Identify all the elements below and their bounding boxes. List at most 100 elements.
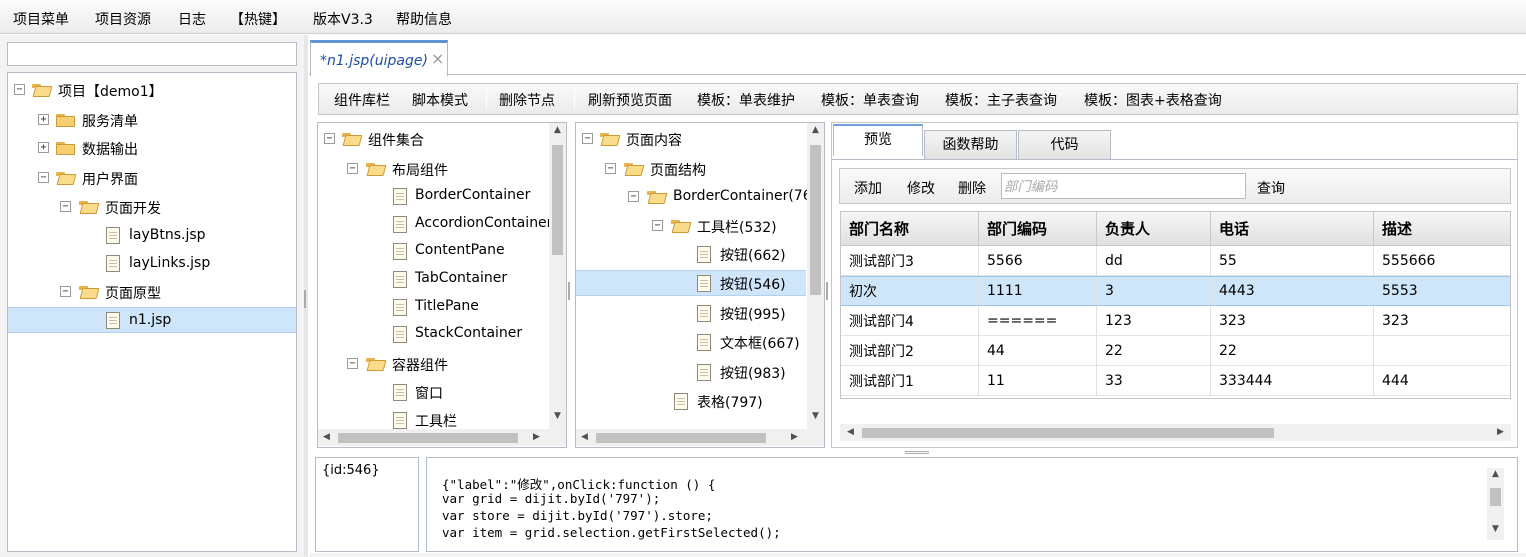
tree-node-textbox[interactable]: 文本框(667) [576,330,806,356]
tree-node-page-dev[interactable]: − 页面开发 [8,194,296,220]
grid-horizontal-scrollbar[interactable]: ◀ ▶ [840,424,1511,441]
tree-node-button[interactable]: 按钮(662) [576,242,806,268]
delete-button[interactable]: 删除 [958,178,986,198]
tree-node-services[interactable]: + 服务清单 [8,107,296,133]
template-chart-table-button[interactable]: 模板：图表+表格查询 [1084,90,1222,110]
template-single-query-button[interactable]: 模板：单表查询 [821,90,919,110]
menu-hotkeys[interactable]: 【热键】 [230,9,286,29]
delete-node-button[interactable]: 删除节点 [499,90,555,110]
tree-node-component-set[interactable]: − 组件集合 [318,126,548,152]
script-mode-button[interactable]: 脚本模式 [412,90,468,110]
horizontal-scrollbar[interactable]: ◀ ▶ [576,429,824,446]
scroll-right-icon[interactable]: ▶ [1492,427,1509,437]
template-single-maintain-button[interactable]: 模板：单表维护 [697,90,795,110]
menu-help[interactable]: 帮助信息 [396,9,452,29]
tree-node-ui[interactable]: − 用户界面 [8,165,296,191]
editor-tab[interactable]: *n1.jsp(uipage) × [310,40,448,76]
tree-node-component[interactable]: TitlePane [318,295,548,321]
table-row[interactable]: 测试部门4 ====== 123 323 323 [841,306,1510,336]
collapse-icon[interactable]: − [347,358,358,369]
collapse-icon[interactable]: − [582,133,593,144]
collapse-icon[interactable]: − [628,191,639,202]
vertical-scrollbar[interactable]: ▲ ▼ [807,123,824,429]
menu-version[interactable]: 版本V3.3 [313,9,373,29]
column-header[interactable]: 部门名称 [841,212,979,245]
horizontal-scrollbar[interactable]: ◀ ▶ [318,429,566,446]
add-button[interactable]: 添加 [854,178,882,198]
tree-node-file-selected[interactable]: n1.jsp [8,307,296,333]
menu-log[interactable]: 日志 [178,9,206,29]
table-row[interactable]: 测试部门3 5566 dd 55 555666 [841,246,1510,276]
tree-node-project[interactable]: − 项目【demo1】 [8,77,296,103]
tree-node-page-structure[interactable]: − 页面结构 [576,156,806,182]
scroll-left-icon[interactable]: ◀ [842,427,859,437]
tree-node-component[interactable]: BorderContainer [318,184,548,210]
template-master-detail-button[interactable]: 模板：主子表查询 [945,90,1057,110]
column-header[interactable]: 电话 [1211,212,1374,245]
tree-node-button[interactable]: 按钮(983) [576,360,806,386]
refresh-preview-button[interactable]: 刷新预览页面 [588,90,672,110]
scroll-up-icon[interactable]: ▲ [807,125,824,135]
preview-splitter[interactable] [826,122,830,448]
vertical-scrollbar[interactable]: ▲ ▼ [549,123,566,429]
tree-node-component[interactable]: AccordionContainer [318,212,552,238]
scroll-right-icon[interactable]: ▶ [528,432,545,442]
tree-splitter[interactable] [568,122,572,448]
code-editor[interactable]: {"label":"修改",onClick:function () { var … [426,457,1518,552]
column-header[interactable]: 负责人 [1097,212,1211,245]
collapse-icon[interactable]: − [605,163,616,174]
tree-node-border-container[interactable]: − BorderContainer(76 [576,184,812,210]
component-library-button[interactable]: 组件库栏 [334,90,390,110]
collapse-icon[interactable]: − [652,220,663,231]
tree-node-component[interactable]: ContentPane [318,239,548,265]
tree-node-button-selected[interactable]: 按钮(546) [576,270,806,296]
tab-function-help[interactable]: 函数帮助 [924,130,1017,160]
tree-node-file[interactable]: layLinks.jsp [8,251,296,277]
query-button[interactable]: 查询 [1257,178,1285,198]
scroll-left-icon[interactable]: ◀ [576,432,593,442]
collapse-icon[interactable]: − [60,286,71,297]
table-row[interactable]: 测试部门2 44 22 22 [841,336,1510,366]
tree-node-grid[interactable]: 表格(797) [576,389,806,415]
scroll-down-icon[interactable]: ▼ [1487,524,1504,534]
collapse-icon[interactable]: − [14,84,25,95]
tree-node-button[interactable]: 按钮(995) [576,301,806,327]
scroll-down-icon[interactable]: ▼ [807,411,824,421]
scroll-up-icon[interactable]: ▲ [549,125,566,135]
scroll-down-icon[interactable]: ▼ [549,411,566,421]
column-header[interactable]: 描述 [1374,212,1510,245]
table-row[interactable]: 测试部门1 11 33 333444 444 [841,366,1510,396]
scroll-up-icon[interactable]: ▲ [1487,469,1504,479]
tree-node-component[interactable]: TabContainer [318,267,548,293]
edit-button[interactable]: 修改 [907,178,935,198]
expand-icon[interactable]: + [38,142,49,153]
tree-node-page-content[interactable]: − 页面内容 [576,126,806,152]
tree-node-file[interactable]: layBtns.jsp [8,223,296,249]
bottom-splitter-vertical[interactable] [421,457,425,552]
scroll-left-icon[interactable]: ◀ [318,432,335,442]
dept-code-input[interactable] [1001,173,1246,199]
tree-node-component[interactable]: StackContainer [318,322,548,348]
tree-node-page-proto[interactable]: − 页面原型 [8,279,296,305]
bottom-splitter[interactable] [905,451,929,454]
menu-resources[interactable]: 项目资源 [95,9,151,29]
tree-node-layout[interactable]: − 布局组件 [318,156,548,182]
tree-node-toolbar[interactable]: − 工具栏(532) [576,213,806,239]
column-header[interactable]: 部门编码 [979,212,1097,245]
tree-search-input[interactable] [7,42,297,66]
collapse-icon[interactable]: − [38,172,49,183]
left-splitter[interactable] [304,35,308,557]
tree-node-data-output[interactable]: + 数据输出 [8,135,296,161]
tree-node-component[interactable]: 窗口 [318,380,548,406]
menu-project[interactable]: 项目菜单 [13,9,69,29]
scroll-right-icon[interactable]: ▶ [786,432,803,442]
tab-preview[interactable]: 预览 [833,124,923,156]
table-row-selected[interactable]: 初次 1111 3 4443 5553 [841,276,1510,306]
close-icon[interactable]: × [431,49,444,68]
collapse-icon[interactable]: − [347,163,358,174]
collapse-icon[interactable]: − [324,133,335,144]
collapse-icon[interactable]: − [60,201,71,212]
code-vertical-scrollbar[interactable]: ▲ ▼ [1487,468,1504,540]
tab-code[interactable]: 代码 [1018,130,1111,160]
tree-node-container[interactable]: − 容器组件 [318,351,548,377]
